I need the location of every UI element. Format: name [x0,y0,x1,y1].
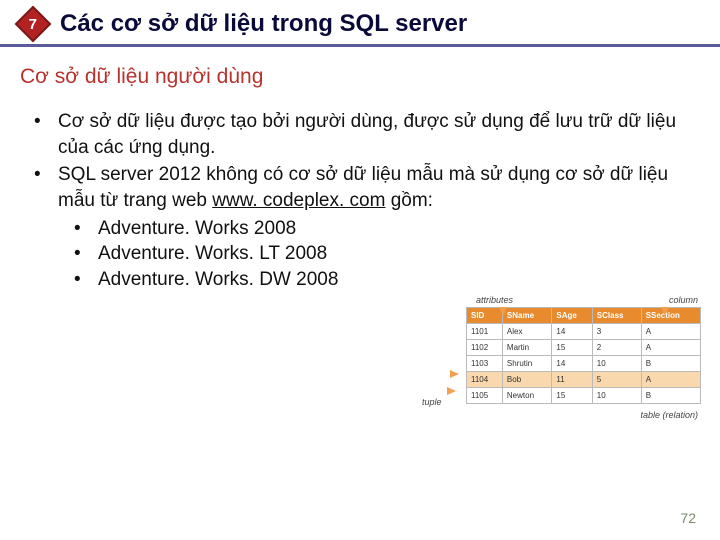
table-cell: 1104 [467,372,503,388]
page-number: 72 [680,510,696,526]
table-cell: Alex [502,324,552,340]
bullet-dot: • [74,241,98,267]
bullet-text: Cơ sở dữ liệu được tạo bởi người dùng, đ… [58,109,686,160]
table-header-cell: SClass [592,308,641,324]
table-cell: 14 [552,356,592,372]
bullet-dot: • [74,267,98,293]
table-row: 1104Bob115A [467,372,701,388]
slide-title: Các cơ sở dữ liệu trong SQL server [60,10,467,38]
bullet-text: SQL server 2012 không có cơ sở dữ liệu m… [58,162,686,213]
arrow-down-icon [661,307,669,316]
sample-db-table: SIDSNameSAgeSClassSSection 1101Alex143A1… [466,307,701,404]
table-cell: Shrutin [502,356,552,372]
table-cell: Bob [502,372,552,388]
table-cell: Martin [502,340,552,356]
table-cell: A [641,324,700,340]
sub-bullet-text: Adventure. Works. DW 2008 [98,267,338,293]
table-header-cell: SID [467,308,503,324]
slide-subtitle: Cơ sở dữ liệu người dùng [0,47,720,97]
badge-number: 7 [29,16,37,33]
sub-bullet-text: Adventure. Works 2008 [98,216,296,242]
table-cell: 11 [552,372,592,388]
sub-bullet-text: Adventure. Works. LT 2008 [98,241,327,267]
slide-content: • Cơ sở dữ liệu được tạo bởi người dùng,… [0,97,720,292]
table-cell: 1103 [467,356,503,372]
table-row: 1105Newton1510B [467,388,701,404]
table-header-cell: SAge [552,308,592,324]
arrow-down-icon [499,307,507,316]
relation-label: table (relation) [640,410,698,420]
figure-top-labels: attributes column [424,295,702,307]
sub-bullet-item: • Adventure. Works. DW 2008 [74,267,686,293]
table-cell: B [641,356,700,372]
table-cell: A [641,372,700,388]
table-cell: 1105 [467,388,503,404]
table-cell: 15 [552,340,592,356]
table-cell: 3 [592,324,641,340]
table-cell: 10 [592,388,641,404]
table-cell: 10 [592,356,641,372]
bullet-dot: • [34,109,58,160]
table-cell: 5 [592,372,641,388]
table-row: 1101Alex143A [467,324,701,340]
bullet-dot: • [34,162,58,213]
arrow-right-icon [450,370,459,378]
bullet-item: • Cơ sở dữ liệu được tạo bởi người dùng,… [34,109,686,160]
table-cell: 14 [552,324,592,340]
section-badge: 7 [15,6,52,43]
sub-bullet-item: • Adventure. Works. LT 2008 [74,241,686,267]
table-cell: 2 [592,340,641,356]
slide-header: 7 Các cơ sở dữ liệu trong SQL server [0,0,720,47]
arrow-right-icon [447,387,456,395]
table-header-cell: SSection [641,308,700,324]
codeplex-link[interactable]: www. codeplex. com [212,190,385,211]
table-cell: A [641,340,700,356]
table-cell: 1102 [467,340,503,356]
attributes-label: attributes [476,295,513,305]
tuple-label: tuple [422,397,442,407]
table-row: 1102Martin152A [467,340,701,356]
table-row: 1103Shrutin1410B [467,356,701,372]
table-cell: Newton [502,388,552,404]
db-table-figure: attributes column SIDSNameSAgeSClassSSec… [424,295,702,404]
bullet-dot: • [74,216,98,242]
sub-bullet-list: • Adventure. Works 2008 • Adventure. Wor… [34,216,686,293]
sub-bullet-item: • Adventure. Works 2008 [74,216,686,242]
bullet-item: • SQL server 2012 không có cơ sở dữ liệu… [34,162,686,213]
table-cell: 15 [552,388,592,404]
column-label: column [669,295,698,305]
table-cell: B [641,388,700,404]
table-header-cell: SName [502,308,552,324]
bullet-suffix: gồm: [385,190,433,211]
table-cell: 1101 [467,324,503,340]
